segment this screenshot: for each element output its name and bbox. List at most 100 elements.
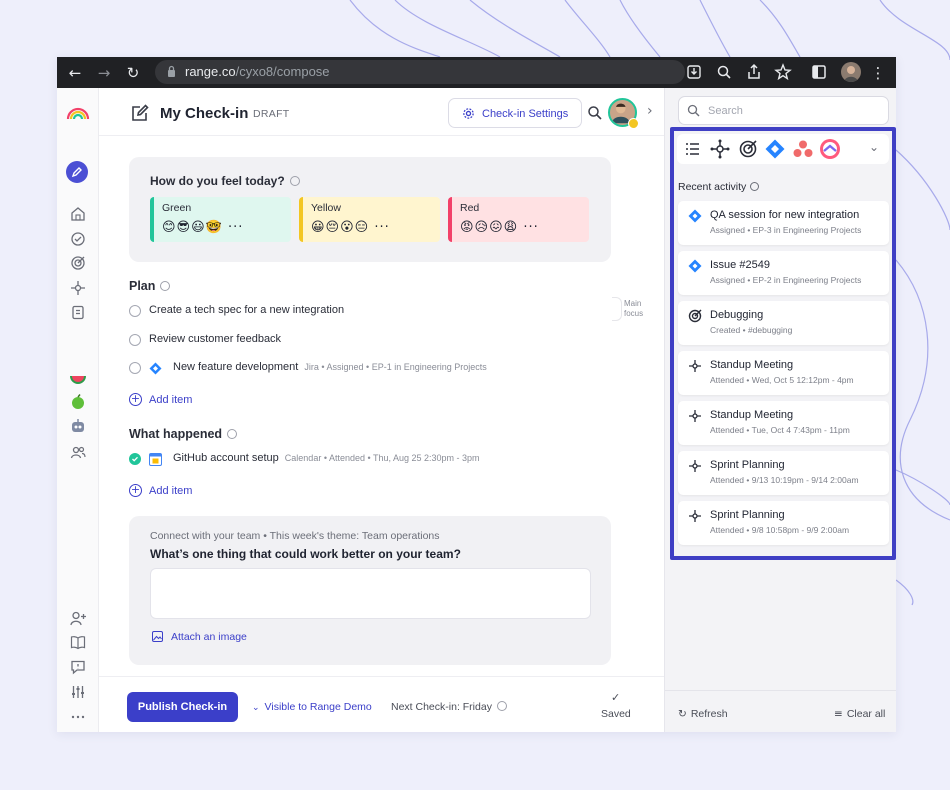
address-bar[interactable]: range.co/cyxo8/compose bbox=[155, 60, 685, 84]
mood-yellow-label: Yellow bbox=[311, 202, 341, 214]
clipboard-icon[interactable] bbox=[69, 303, 87, 321]
team-question: What’s one thing that could work better … bbox=[150, 547, 461, 561]
plan-heading-text: Plan bbox=[129, 279, 156, 293]
mood-green[interactable]: Green 😊😎😃🤓 ··· bbox=[150, 197, 291, 242]
url-host: range.co bbox=[185, 64, 236, 79]
plan-heading: Plan bbox=[129, 279, 171, 293]
mood-red-label: Red bbox=[460, 202, 480, 214]
info-icon[interactable] bbox=[160, 281, 171, 291]
profile-avatar[interactable] bbox=[841, 62, 861, 82]
team-question-card: Connect with your team • This week's the… bbox=[129, 516, 611, 665]
back-arrow-icon[interactable]: ← bbox=[64, 62, 86, 84]
url-path: /cyxo8/compose bbox=[235, 64, 330, 79]
mood-yellow[interactable]: Yellow 😀😔😮😑 ··· bbox=[299, 197, 440, 242]
chevron-down-icon: ⌄ bbox=[252, 703, 260, 713]
check-in-compose: My Check-in DRAFT Check-in Settings › Ho… bbox=[99, 88, 664, 732]
compose-footer: Publish Check-in ⌄ Visible to Range Demo … bbox=[99, 676, 664, 732]
people-icon[interactable] bbox=[69, 443, 87, 461]
settings-sliders-icon[interactable] bbox=[69, 683, 87, 701]
refresh-icon: ↻ bbox=[678, 708, 687, 720]
plus-circle-icon: + bbox=[129, 392, 142, 406]
google-calendar-icon bbox=[149, 453, 162, 466]
apple-team-icon[interactable] bbox=[69, 393, 87, 411]
search-icon[interactable] bbox=[587, 105, 603, 121]
publish-check-in-button[interactable]: Publish Check-in bbox=[127, 692, 238, 722]
invite-user-icon[interactable] bbox=[69, 609, 87, 627]
main-focus-label: Main focus bbox=[624, 299, 644, 318]
chevron-right-icon[interactable]: › bbox=[647, 103, 653, 119]
info-icon[interactable] bbox=[496, 701, 507, 711]
check-in-settings-button[interactable]: Check-in Settings bbox=[448, 98, 582, 128]
plan-item-checkbox[interactable] bbox=[129, 334, 141, 346]
what-happened-heading-text: What happened bbox=[129, 427, 223, 441]
happened-item-meta: Calendar • Attended • Thu, Aug 25 2:30pm… bbox=[284, 453, 480, 463]
next-check-in-label: Next Check-in: Friday bbox=[391, 701, 492, 713]
meetings-nodes-icon[interactable] bbox=[69, 279, 87, 297]
jira-icon bbox=[149, 362, 162, 375]
sidebar-search-input[interactable] bbox=[678, 96, 889, 125]
team-answer-input[interactable] bbox=[150, 568, 591, 619]
plan-item-checkbox[interactable] bbox=[129, 362, 141, 374]
status-emoji-badge bbox=[628, 118, 639, 129]
saved-check-icon: ✓ bbox=[611, 691, 621, 704]
more-dots-icon[interactable] bbox=[69, 708, 87, 726]
page-title: My Check-in bbox=[160, 105, 249, 122]
happened-add-item-label: Add item bbox=[149, 485, 193, 497]
plan-add-item-label: Add item bbox=[149, 394, 193, 406]
check-circle-icon[interactable] bbox=[69, 230, 87, 248]
side-panel-icon[interactable] bbox=[810, 63, 828, 81]
plus-circle-icon: + bbox=[129, 483, 142, 497]
watermelon-team-icon[interactable] bbox=[69, 369, 87, 387]
mood-card: How do you feel today? Green 😊😎😃🤓 ··· Ye… bbox=[129, 157, 611, 262]
visibility-dropdown[interactable]: ⌄ Visible to Range Demo bbox=[252, 701, 372, 713]
share-icon[interactable] bbox=[745, 63, 763, 81]
search-icon bbox=[687, 104, 700, 117]
mood-question: How do you feel today? bbox=[150, 174, 300, 188]
bookmark-star-icon[interactable] bbox=[774, 63, 792, 81]
forward-arrow-icon[interactable]: → bbox=[93, 62, 115, 84]
compose-header: My Check-in DRAFT Check-in Settings › bbox=[99, 88, 664, 136]
mood-red-bar bbox=[448, 197, 452, 242]
book-icon[interactable] bbox=[69, 633, 87, 651]
visibility-label: Visible to Range Demo bbox=[264, 701, 372, 713]
gear-icon bbox=[463, 108, 474, 119]
mood-yellow-emojis: 😀😔😮😑 ··· bbox=[311, 220, 390, 235]
goals-target-icon[interactable] bbox=[69, 254, 87, 272]
left-rail bbox=[57, 88, 99, 732]
refresh-label: Refresh bbox=[690, 708, 728, 720]
avatar-face-icon bbox=[844, 66, 858, 82]
plan-item-text: Create a tech spec for a new integration bbox=[149, 304, 345, 316]
info-icon[interactable] bbox=[289, 176, 300, 186]
home-icon[interactable] bbox=[69, 205, 87, 223]
happened-item-text: GitHub account setup bbox=[173, 452, 279, 464]
next-check-in: Next Check-in: Friday bbox=[391, 701, 507, 713]
feedback-chat-icon[interactable] bbox=[69, 658, 87, 676]
reload-icon[interactable]: ↻ bbox=[122, 62, 144, 84]
browser-toolbar: ← → ↻ range.co/cyxo8/compose ⋮ bbox=[57, 57, 896, 88]
completed-check-icon[interactable] bbox=[129, 453, 141, 465]
mood-green-emojis: 😊😎😃🤓 ··· bbox=[162, 220, 244, 235]
zoom-icon[interactable] bbox=[715, 63, 733, 81]
plan-item-text: New feature development bbox=[173, 361, 299, 373]
mood-red[interactable]: Red 😡😥😖😩 ··· bbox=[448, 197, 589, 242]
saved-status: Saved bbox=[601, 708, 631, 720]
compose-pencil-button[interactable] bbox=[66, 161, 88, 183]
mood-question-text: How do you feel today? bbox=[150, 174, 285, 188]
clear-all-label: Clear all bbox=[846, 708, 886, 720]
url-text: range.co/cyxo8/compose bbox=[185, 64, 330, 79]
clear-all-button[interactable]: ≡ Clear all bbox=[834, 708, 885, 720]
info-icon[interactable] bbox=[227, 429, 238, 439]
more-menu-icon[interactable]: ⋮ bbox=[867, 62, 889, 84]
what-happened-heading: What happened bbox=[129, 427, 238, 441]
robot-team-icon[interactable] bbox=[69, 417, 87, 435]
mood-red-emojis: 😡😥😖😩 ··· bbox=[460, 220, 539, 235]
refresh-button[interactable]: ↻ Refresh bbox=[678, 708, 728, 720]
install-app-icon[interactable] bbox=[685, 63, 703, 81]
image-icon bbox=[152, 631, 163, 642]
highlight-frame bbox=[670, 127, 896, 560]
plan-item-text: Review customer feedback bbox=[149, 333, 282, 345]
plan-item-checkbox[interactable] bbox=[129, 305, 141, 317]
plan-item-meta: Jira • Assigned • EP-1 in Engineering Pr… bbox=[304, 362, 487, 372]
sidebar-footer: ↻ Refresh ≡ Clear all bbox=[665, 690, 896, 732]
edit-pencil-icon bbox=[132, 104, 149, 121]
